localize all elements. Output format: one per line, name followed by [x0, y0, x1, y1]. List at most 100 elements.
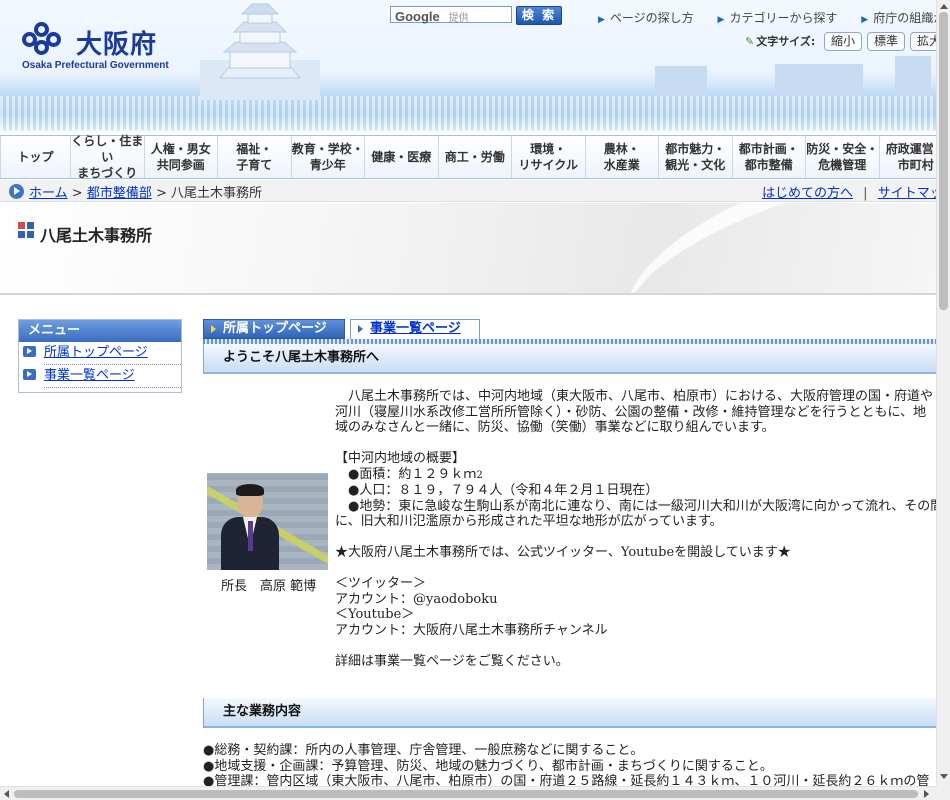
gnav-item[interactable]: 人権・男女 共同参画 [145, 136, 218, 178]
gnav-item[interactable]: 教育・学校・ 青少年 [292, 136, 365, 178]
scrollbar-corner [936, 786, 950, 800]
photo-caption: 所長 高原 範博 [221, 579, 317, 594]
first-time-link[interactable]: はじめての方へ [762, 186, 853, 201]
vertical-scrollbar[interactable] [936, 0, 950, 786]
page-guide-link[interactable]: ▶ ページの探し方 [598, 11, 704, 25]
gnav-item[interactable]: 都市計画・ 都市整備 [733, 136, 806, 178]
gnav-item[interactable]: 福祉・ 子育て [218, 136, 292, 178]
home-arrow-icon [9, 184, 24, 199]
youtube-account: アカウント：大阪府八尾土木事務所チャンネル [335, 622, 608, 638]
breadcrumb-parent-link[interactable]: 都市整備部 [87, 186, 152, 201]
castle-silhouette [895, 56, 931, 96]
category-search-link[interactable]: ▶ カテゴリーから探す [718, 11, 848, 25]
osaka-logo[interactable]: 大阪府 Osaka Prefectural Government [22, 22, 192, 72]
decorative-swoosh [603, 203, 936, 293]
gnav-item-label: 農林・ 水産業 [603, 142, 640, 172]
gnav-item-label: 福祉・ 子育て [236, 142, 273, 172]
vertical-scroll-thumb[interactable] [939, 12, 948, 310]
breadcrumb-current: 八尾土木事務所 [171, 186, 263, 201]
gnav-item[interactable]: くらし・住まい まちづくり [71, 134, 145, 180]
scroll-up-icon[interactable] [940, 4, 948, 9]
gnav-item-label: 防災・安全・ 危機管理 [806, 142, 879, 172]
font-normal-button[interactable]: 標準 [867, 32, 905, 51]
gnav-item[interactable]: 環境・ リサイクル [512, 136, 586, 178]
side-menu: メニュー 所属トップページ 事業一覧ページ [18, 319, 182, 393]
search-provided-label: 提供 [448, 13, 469, 24]
welcome-heading: ようこそ八尾土木事務所へ [203, 344, 936, 374]
twitter-label: ＜ツイッター＞ [335, 576, 427, 591]
gnav-item-label: トップ [17, 150, 54, 164]
gnav-item[interactable]: 防災・安全・ 危機管理 [806, 136, 880, 178]
breadcrumb-home-link[interactable]: ホーム [29, 186, 68, 201]
gnav-item[interactable]: トップ [0, 136, 71, 178]
chevron-right-icon: ▶ [861, 15, 869, 25]
search-button[interactable]: 検 索 [516, 6, 562, 25]
intro-line: 八尾土木事務所では、中河内地域（東大阪市、八尾市、柏原市）における、大阪府管理の… [335, 389, 934, 404]
intro-line: 域のみなさんと一緒に、防災、協働（笑働）事業などに取り組んでいます。 [335, 420, 775, 435]
overview-heading: 【中河内地域の概要】 [335, 451, 466, 466]
site-search-input[interactable]: Google 提供 [390, 6, 512, 24]
overview-terrain-cont: に、旧大和川氾濫原から形成された平坦な地形が広がっています。 [335, 514, 723, 529]
menu-title: メニュー [19, 320, 181, 342]
gnav-item[interactable]: 商工・労働 [439, 136, 512, 178]
gnav-item-label: 環境・ リサイクル [518, 142, 578, 172]
gnav-item-label: くらし・住まい まちづくり [71, 134, 144, 180]
overview-terrain: ●地勢：東に急峻な生駒山系が南北に連なり、南には一級河川大和川が大阪湾に向かって… [335, 498, 936, 514]
overview-population: ●人口：８１９，７９４人（令和４年２月１日現在） [335, 483, 659, 498]
header-links: ▶ページの探し方 ▶カテゴリーから探す ▶府庁の組織から探す [598, 9, 936, 26]
tab-office-top[interactable]: 所属トップページ [203, 319, 345, 339]
breadcrumb: ホーム > 都市整備部 > 八尾土木事務所 はじめての方へ | サイトマップ [0, 180, 936, 202]
gnav-item[interactable]: 農林・ 水産業 [586, 136, 659, 178]
chevron-right-icon: ▶ [598, 15, 605, 25]
triangle-icon [358, 325, 363, 333]
duty-item: ●管理課：管内区域（東大阪市、八尾市、柏原市）の国・府道２５路線・延長約１４３ｋ… [203, 774, 930, 786]
gnav-item-label: 都市魅力・ 観光・文化 [665, 142, 726, 172]
menu-item-projects[interactable]: 事業一覧ページ [23, 365, 181, 388]
details-note: 詳細は事業一覧ページをご覧ください。 [335, 653, 569, 669]
gnav-item[interactable]: 健康・医療 [365, 136, 439, 178]
scroll-right-icon[interactable] [924, 790, 929, 798]
arrow-right-icon [23, 369, 36, 380]
page-title-band: 八尾土木事務所 [0, 203, 936, 295]
menu-item-top[interactable]: 所属トップページ [23, 342, 181, 365]
menu-item-label[interactable]: 事業一覧ページ [44, 368, 135, 383]
global-navigation: トップ くらし・住まい まちづくり 人権・男女 共同参画 福祉・ 子育て 教育・学校・ 青少年健… [0, 134, 936, 180]
sitemap-link[interactable]: サイトマップ [878, 186, 936, 201]
font-smaller-button[interactable]: 縮小 [824, 32, 862, 51]
horizontal-scroll-thumb[interactable] [14, 790, 918, 798]
breadcrumb-separator: > [155, 186, 167, 201]
gnav-item[interactable]: 府政運営・市町村 [880, 136, 936, 178]
tab-label[interactable]: 事業一覧ページ [370, 321, 461, 336]
gnav-item-label: 人権・男女 共同参画 [150, 142, 211, 172]
site-header: 大阪府 Osaka Prefectural Government Google … [0, 0, 936, 133]
scroll-left-icon[interactable] [4, 790, 9, 798]
gnav-item-label: 府政運営・市町村 [885, 142, 936, 172]
link-divider: | [863, 186, 868, 201]
browser-viewport: 大阪府 Osaka Prefectural Government Google … [0, 0, 936, 786]
tab-label: 所属トップページ [223, 321, 327, 336]
leaf-icon: ✎ [745, 35, 755, 48]
arrow-right-icon [23, 346, 36, 357]
duties-heading: 主な業務内容 [203, 698, 936, 728]
building-silhouette [775, 64, 863, 96]
youtube-label: ＜Youtube＞ [335, 607, 415, 622]
tab-project-list[interactable]: 事業一覧ページ [350, 319, 480, 339]
duty-item: ●総務・契約課：所内の人事管理、庁舎管理、一般庶務などに関すること。 [203, 743, 644, 758]
gnav-item[interactable]: 都市魅力・ 観光・文化 [659, 136, 733, 178]
intro-line: 河川（寝屋川水系改修工営所所管除く）・砂防、公園の整備・改修・維持管理などを行う… [335, 404, 927, 420]
breadcrumb-separator: > [71, 186, 83, 201]
horizontal-scrollbar[interactable] [0, 786, 936, 800]
font-size-label: ✎ 文字サイズ: [745, 35, 816, 48]
twitter-account: アカウント：@yaodoboku [335, 591, 498, 607]
sns-notice: ★大阪府八尾土木事務所では、公式ツイッター、Youtubeを開設しています★ [335, 545, 791, 560]
gnav-item-label: 健康・医療 [371, 150, 432, 164]
overview-area: ●面積：約１２９ｋｍ2 [335, 466, 483, 482]
header-wave-decoration [0, 96, 936, 130]
logo-subtitle: Osaka Prefectural Government [22, 60, 169, 71]
triangle-icon [211, 325, 216, 333]
scroll-down-icon[interactable] [940, 774, 948, 779]
font-larger-button[interactable]: 拡大 [910, 32, 936, 51]
organization-search-link[interactable]: ▶府庁の組織から探す [861, 11, 936, 25]
menu-item-label[interactable]: 所属トップページ [44, 345, 148, 360]
osaka-castle-illustration [200, 0, 320, 100]
